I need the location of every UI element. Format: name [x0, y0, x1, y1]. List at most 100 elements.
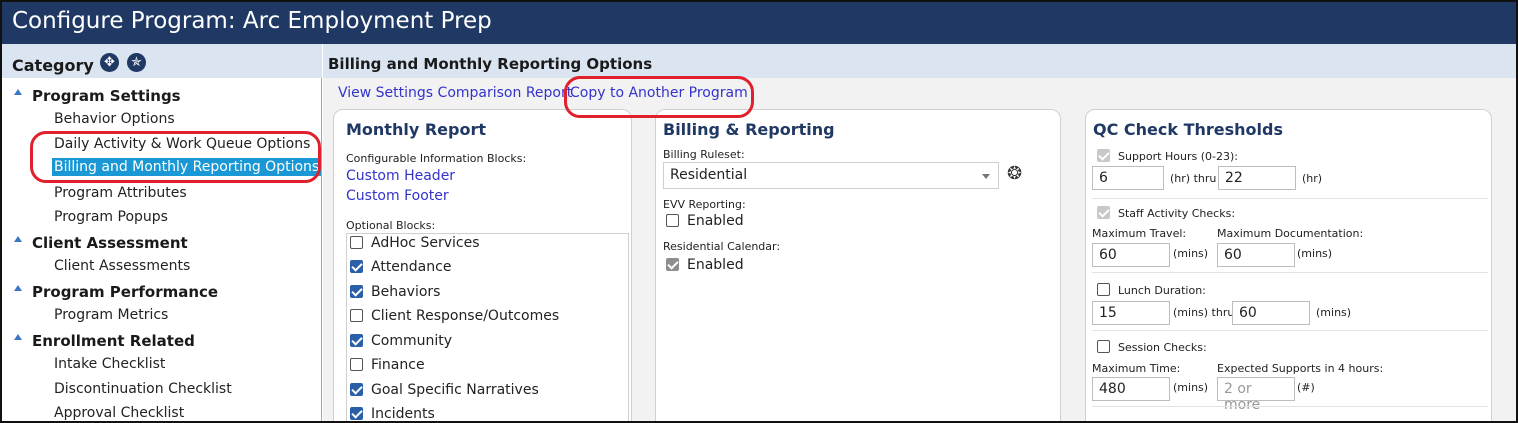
monthly-report-panel: Monthly Report Configurable Information … [333, 109, 632, 422]
max-documentation-input[interactable]: 60 [1217, 243, 1295, 267]
list-item[interactable]: Behaviors [350, 284, 440, 300]
staff-activity-label: Staff Activity Checks: [1118, 207, 1236, 220]
collapse-triangle-icon[interactable] [14, 285, 22, 291]
mins-thru-unit: (mins) thru [1173, 306, 1235, 319]
count-unit: (#) [1297, 381, 1315, 394]
page-title: Billing and Monthly Reporting Options [328, 55, 653, 73]
divider [1092, 330, 1488, 331]
staff-activity-toggle[interactable]: Staff Activity Checks: [1097, 206, 1235, 220]
billing-ruleset-select[interactable]: Residential [663, 162, 999, 189]
collapse-triangle-icon[interactable] [14, 236, 22, 242]
qc-thresholds-panel: QC Check Thresholds Support Hours (0-23)… [1085, 109, 1492, 421]
expected-supports-input[interactable]: 2 or more [1217, 377, 1295, 413]
list-item[interactable]: Client Response/Outcomes [350, 308, 559, 324]
list-item[interactable]: Goal Specific Narratives [350, 382, 539, 398]
tree-item-program-attributes[interactable]: Program Attributes [54, 185, 187, 201]
category-header: Category ✥ ✯ [2, 44, 322, 78]
title-bar: Configure Program: Arc Employment Prep [2, 2, 1516, 44]
list-item-label: Goal Specific Narratives [371, 382, 539, 398]
mins-unit: (mins) [1173, 247, 1209, 260]
tree-item-client-assessments[interactable]: Client Assessments [54, 258, 190, 274]
checkbox[interactable] [1097, 340, 1110, 353]
list-item[interactable]: Incidents [350, 406, 435, 422]
evv-enabled-toggle[interactable]: Enabled [666, 213, 744, 229]
billing-reporting-panel: Billing & Reporting Billing Ruleset: Res… [655, 109, 1061, 421]
tree-group-client-assessment[interactable]: Client Assessment [14, 234, 188, 252]
tree-group-program-settings[interactable]: Program Settings [14, 87, 181, 105]
evv-enabled-label: Enabled [687, 213, 744, 229]
calendar-enabled-toggle[interactable]: Enabled [666, 257, 744, 273]
tree-item-program-metrics[interactable]: Program Metrics [54, 307, 168, 323]
checkbox[interactable] [350, 309, 363, 322]
content-pane: Billing and Monthly Reporting Options Vi… [323, 44, 1516, 422]
tree-group-program-performance[interactable]: Program Performance [14, 283, 218, 301]
max-time-input[interactable]: 480 [1092, 377, 1170, 401]
tree-group-label: Client Assessment [32, 234, 188, 252]
checkbox[interactable] [350, 260, 363, 273]
collapse-triangle-icon[interactable] [14, 334, 22, 340]
list-item[interactable]: Finance [350, 357, 425, 373]
billing-reporting-title: Billing & Reporting [663, 120, 835, 139]
calendar-enabled-label: Enabled [687, 257, 744, 273]
divider [1092, 198, 1488, 199]
category-pane: Category ✥ ✯ Program Settings Behavior O… [2, 44, 322, 421]
list-item[interactable]: AdHoc Services [350, 235, 480, 251]
lunch-to-input[interactable]: 60 [1232, 301, 1310, 325]
content-header: Billing and Monthly Reporting Options [323, 44, 1516, 78]
checkbox[interactable] [666, 258, 679, 271]
tree-group-label: Program Performance [32, 283, 219, 301]
chevron-down-icon [982, 174, 990, 179]
tree-item-behavior-options[interactable]: Behavior Options [54, 111, 175, 127]
configurable-blocks-label: Configurable Information Blocks: [346, 152, 527, 165]
list-item-label: AdHoc Services [371, 235, 480, 251]
expand-all-icon[interactable]: ✥ [100, 53, 119, 72]
billing-ruleset-value: Residential [670, 167, 748, 183]
support-hours-toggle[interactable]: Support Hours (0-23): [1097, 149, 1238, 163]
tree-group-enrollment-related[interactable]: Enrollment Related [14, 332, 195, 350]
list-item-label: Incidents [371, 406, 435, 422]
tree-item-discontinuation-checklist[interactable]: Discontinuation Checklist [54, 381, 232, 397]
support-hours-label: Support Hours (0-23): [1118, 150, 1238, 163]
tree-group-label: Enrollment Related [32, 332, 195, 350]
optional-blocks-label: Optional Blocks: [346, 219, 436, 232]
mins-unit: (mins) [1173, 381, 1209, 394]
checkbox[interactable] [350, 407, 363, 420]
gear-icon[interactable]: ❂ [1007, 165, 1022, 183]
mins-unit: (mins) [1316, 306, 1352, 319]
checkbox[interactable] [350, 334, 363, 347]
checkbox[interactable] [666, 214, 679, 227]
list-item-label: Attendance [371, 259, 452, 275]
list-item[interactable]: Community [350, 333, 452, 349]
tree-group-label: Program Settings [32, 87, 181, 105]
custom-header-link[interactable]: Custom Header [346, 168, 455, 184]
tree-item-program-popups[interactable]: Program Popups [54, 209, 168, 225]
list-item[interactable]: Attendance [350, 259, 451, 275]
highlight-annotation [564, 76, 754, 118]
checkbox[interactable] [1097, 149, 1110, 162]
support-hours-from-input[interactable]: 6 [1092, 166, 1164, 190]
tree-item-intake-checklist[interactable]: Intake Checklist [54, 356, 165, 372]
session-checks-toggle[interactable]: Session Checks: [1097, 340, 1207, 354]
collapse-triangle-icon[interactable] [14, 89, 22, 95]
checkbox[interactable] [350, 236, 363, 249]
checkbox[interactable] [350, 358, 363, 371]
tree-item-approval-checklist[interactable]: Approval Checklist [54, 405, 184, 421]
checkbox[interactable] [1097, 283, 1110, 296]
category-label: Category [12, 56, 94, 75]
custom-footer-link[interactable]: Custom Footer [346, 188, 449, 204]
lunch-duration-toggle[interactable]: Lunch Duration: [1097, 283, 1206, 297]
checkbox[interactable] [350, 383, 363, 396]
checkbox[interactable] [350, 285, 363, 298]
max-documentation-label: Maximum Documentation: [1217, 227, 1364, 240]
view-settings-comparison-link[interactable]: View Settings Comparison Report [338, 85, 572, 101]
list-item-label: Behaviors [371, 284, 441, 300]
lunch-from-input[interactable]: 15 [1092, 301, 1170, 325]
collapse-all-icon[interactable]: ✯ [127, 53, 146, 72]
billing-ruleset-label: Billing Ruleset: [663, 148, 745, 161]
max-travel-input[interactable]: 60 [1092, 243, 1170, 267]
list-item-label: Community [371, 333, 453, 349]
session-checks-label: Session Checks: [1118, 341, 1207, 354]
optional-blocks-list[interactable]: AdHoc Services Attendance Behaviors Clie… [346, 233, 629, 422]
checkbox[interactable] [1097, 206, 1110, 219]
support-hours-to-input[interactable]: 22 [1218, 166, 1296, 190]
